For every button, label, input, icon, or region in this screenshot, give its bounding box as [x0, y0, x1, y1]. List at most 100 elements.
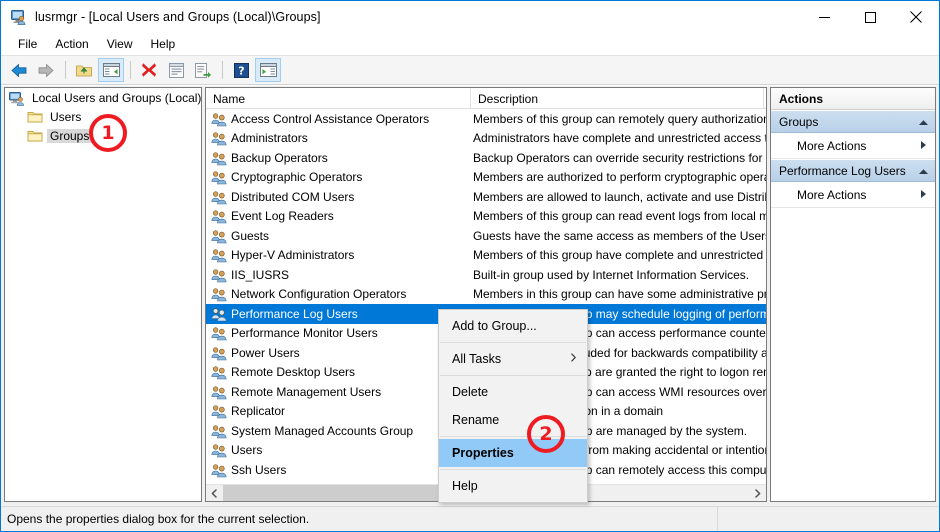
group-icon [211, 208, 227, 224]
cell-group-name: Performance Monitor Users [206, 325, 471, 341]
chevron-up-icon[interactable] [918, 115, 929, 129]
menu-view[interactable]: View [98, 34, 142, 54]
chevron-up-icon[interactable] [918, 164, 929, 178]
back-button[interactable] [6, 58, 32, 82]
group-icon [211, 267, 227, 283]
table-row[interactable]: IIS_IUSRS Built-in group used by Internet… [206, 265, 766, 285]
action-item-label: More Actions [797, 188, 920, 202]
context-menu-item-properties[interactable]: Properties [439, 439, 587, 467]
group-name-label: Guests [231, 229, 269, 243]
group-icon [211, 462, 227, 478]
triangle-right-icon [920, 188, 927, 202]
cell-group-name: Performance Log Users [206, 306, 471, 322]
folder-up-button[interactable] [71, 58, 97, 82]
chevron-left-icon[interactable] [206, 485, 223, 501]
cell-group-name: Ssh Users [206, 462, 471, 478]
toolbar-separator [130, 61, 131, 79]
annotation-badge-2: 2 [527, 415, 565, 453]
cell-group-description: Backup Operators can override security r… [471, 151, 766, 165]
annotation-badge-1: 1 [89, 114, 127, 152]
actions-group-header-groups[interactable]: Groups [771, 110, 935, 133]
table-row[interactable]: Backup OperatorsBackup Operators can ove… [206, 148, 766, 168]
actions-group-label: Performance Log Users [779, 164, 918, 178]
actions-group-header-performance-log-users[interactable]: Performance Log Users [771, 159, 935, 182]
table-row[interactable]: Distributed COM UsersMembers are allowed… [206, 187, 766, 207]
action-item-more-actions-performance-log-users[interactable]: More Actions [771, 182, 935, 208]
cell-group-name: Remote Management Users [206, 384, 471, 400]
chevron-right-icon[interactable] [749, 485, 766, 501]
toolbar-separator [222, 61, 223, 79]
table-row[interactable]: GuestsGuests have the same access as mem… [206, 226, 766, 246]
context-menu-item-all-tasks[interactable]: All Tasks [439, 345, 587, 373]
show-hide-action-pane-button[interactable] [255, 58, 281, 82]
computer-users-icon [11, 9, 27, 25]
tree-node-label: Groups [47, 129, 92, 143]
cell-group-name: Hyper-V Administrators [206, 247, 471, 263]
group-icon [211, 228, 227, 244]
cell-group-name: IIS_IUSRS [206, 267, 471, 283]
cell-group-name: Administrators [206, 130, 471, 146]
cell-group-description: Built-in group used by Internet Informat… [471, 268, 766, 282]
context-menu-separator [440, 375, 586, 376]
column-header-name[interactable]: Name [206, 88, 471, 109]
action-item-more-actions-groups[interactable]: More Actions [771, 133, 935, 159]
minimize-button[interactable] [801, 1, 847, 33]
group-name-label: Replicator [231, 404, 285, 418]
group-icon [211, 306, 227, 322]
close-button[interactable] [893, 1, 939, 33]
cell-group-description: Administrators have complete and unrestr… [471, 131, 766, 145]
forward-button[interactable] [33, 58, 59, 82]
group-icon [211, 345, 227, 361]
delete-button[interactable] [136, 58, 162, 82]
table-row[interactable]: Cryptographic OperatorsMembers are autho… [206, 168, 766, 188]
menu-bar: File Action View Help [1, 33, 939, 55]
menu-action[interactable]: Action [46, 34, 97, 54]
context-menu-item-rename[interactable]: Rename [439, 406, 587, 434]
column-header-description[interactable]: Description [471, 88, 764, 109]
group-name-label: Remote Management Users [231, 385, 381, 399]
group-icon [211, 130, 227, 146]
group-name-label: Users [231, 443, 262, 457]
cell-group-description: Members of this group can remotely query… [471, 112, 766, 126]
triangle-right-icon [920, 139, 927, 153]
group-icon [211, 403, 227, 419]
group-name-label: Hyper-V Administrators [231, 248, 354, 262]
maximize-button[interactable] [847, 1, 893, 33]
group-icon [211, 364, 227, 380]
cell-group-name: Guests [206, 228, 471, 244]
export-list-button[interactable] [190, 58, 216, 82]
group-name-label: Ssh Users [231, 463, 286, 477]
cell-group-name: Network Configuration Operators [206, 286, 471, 302]
tree-node-local-users-and-groups[interactable]: Local Users and Groups (Local) [5, 88, 201, 107]
cell-group-description: Members are authorized to perform crypto… [471, 170, 766, 184]
menu-help[interactable]: Help [142, 34, 185, 54]
group-icon [211, 247, 227, 263]
group-name-label: Administrators [231, 131, 308, 145]
chevron-right-icon [570, 353, 577, 365]
tree-node-label: Local Users and Groups (Local) [29, 91, 202, 105]
group-name-label: Access Control Assistance Operators [231, 112, 429, 126]
group-icon [211, 442, 227, 458]
table-row[interactable]: Event Log ReadersMembers of this group c… [206, 207, 766, 227]
table-row[interactable]: Hyper-V AdministratorsMembers of this gr… [206, 246, 766, 266]
context-menu-item-delete[interactable]: Delete [439, 378, 587, 406]
table-row[interactable]: Network Configuration OperatorsMembers i… [206, 285, 766, 305]
group-name-label: Network Configuration Operators [231, 287, 406, 301]
properties-button[interactable] [163, 58, 189, 82]
cell-group-name: Event Log Readers [206, 208, 471, 224]
help-button[interactable]: ? [228, 58, 254, 82]
table-row[interactable]: Administrators Administrators have comple… [206, 129, 766, 149]
group-name-label: IIS_IUSRS [231, 268, 289, 282]
show-hide-console-tree-button[interactable] [98, 58, 124, 82]
context-menu-item-label: Help [452, 479, 577, 493]
group-icon [211, 169, 227, 185]
context-menu-separator [440, 342, 586, 343]
actions-pane-title: Actions [771, 88, 935, 110]
context-menu-item-help[interactable]: Help [439, 472, 587, 500]
group-name-label: System Managed Accounts Group [231, 424, 413, 438]
folder-icon [27, 128, 43, 144]
context-menu-item-add-to-group[interactable]: Add to Group... [439, 312, 587, 340]
group-icon [211, 423, 227, 439]
table-row[interactable]: Access Control Assistance Operators Membe… [206, 109, 766, 129]
menu-file[interactable]: File [9, 34, 46, 54]
